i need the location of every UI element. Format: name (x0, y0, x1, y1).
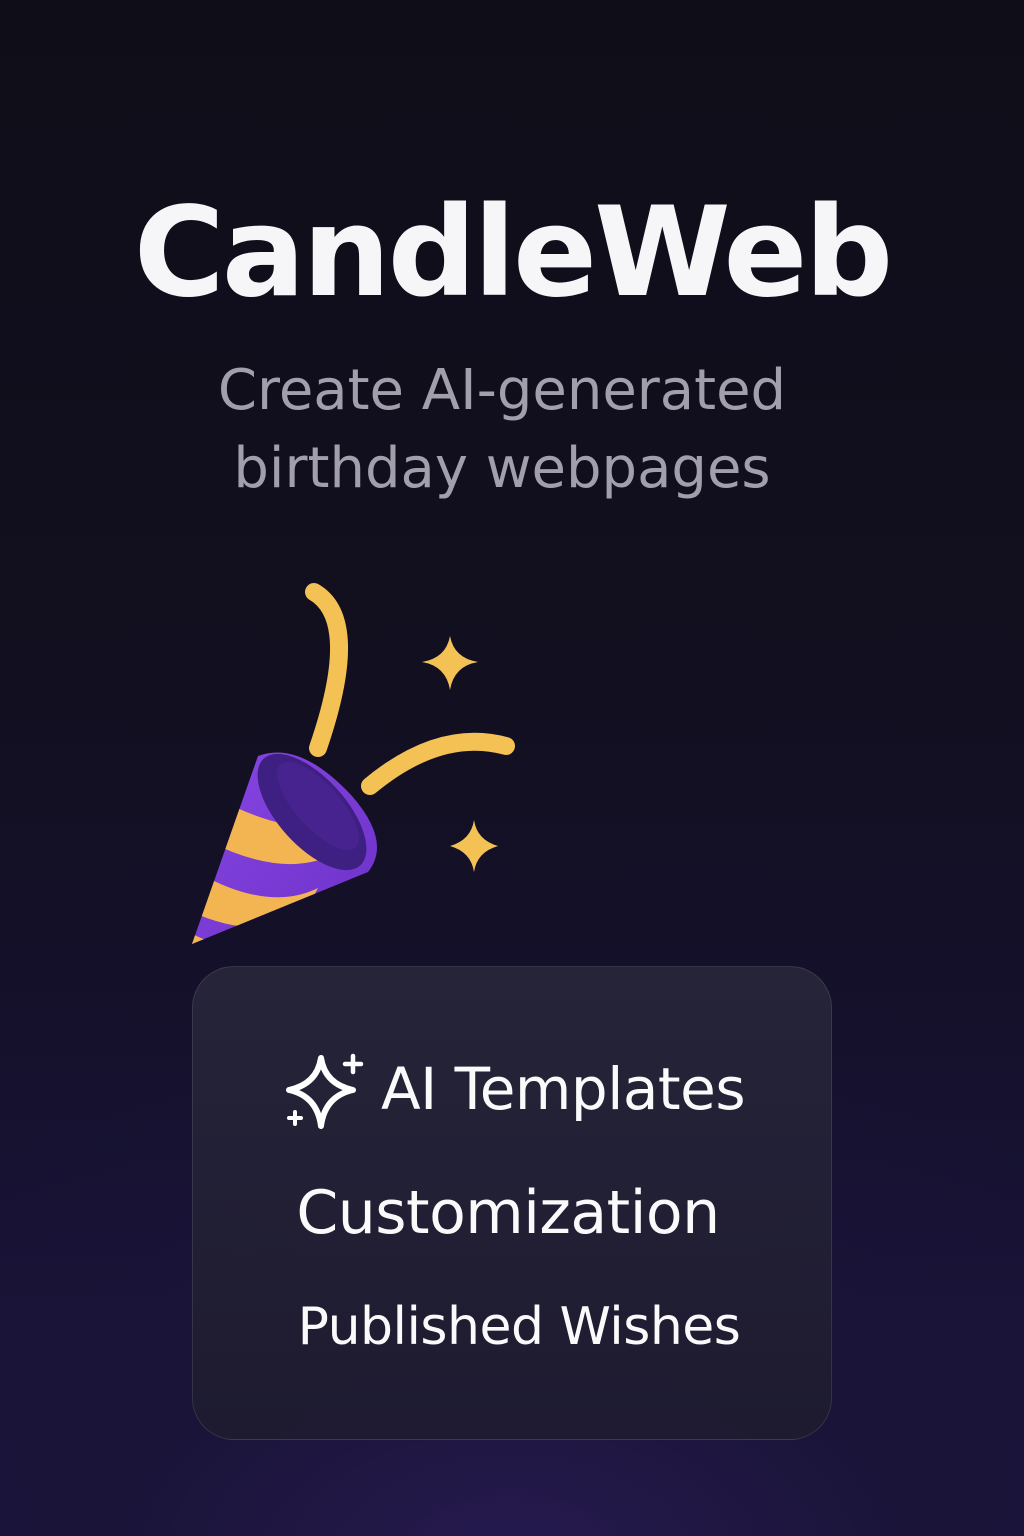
feature-ai-templates-label: AI Templates (380, 1055, 746, 1123)
tagline-line-2: birthday webpages (233, 436, 771, 501)
tagline: Create AI-generated birthday webpages (0, 352, 1004, 508)
feature-customization[interactable]: Customization (193, 1173, 833, 1253)
feature-published-wishes[interactable]: Published Wishes (193, 1292, 833, 1362)
sparkles-icon (285, 1053, 364, 1129)
party-popper-icon (180, 570, 540, 970)
features-card: AI Templates Customization Published Wis… (192, 966, 832, 1440)
feature-ai-templates[interactable]: AI Templates (193, 1049, 833, 1129)
app-title: CandleWeb (133, 181, 894, 325)
feature-customization-label: Customization (296, 1178, 720, 1248)
tagline-line-1: Create AI-generated (217, 358, 787, 423)
feature-published-wishes-label: Published Wishes (297, 1297, 741, 1357)
